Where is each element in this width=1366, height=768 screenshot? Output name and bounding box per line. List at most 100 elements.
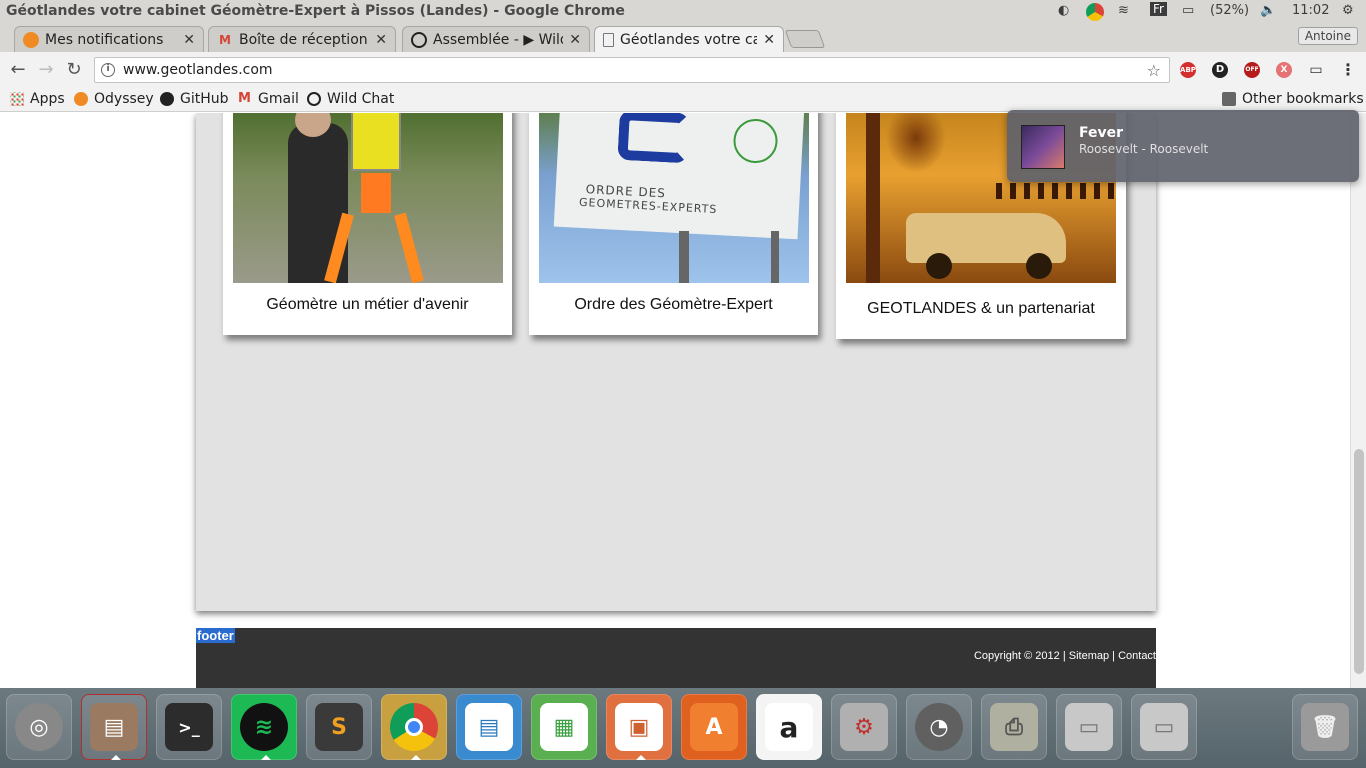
tab-title: Boîte de réception - a xyxy=(239,31,369,48)
system-top-panel: Géotlandes votre cabinet Géomètre-Expert… xyxy=(0,0,1366,24)
gmail-icon: M xyxy=(219,32,231,47)
wildchat-icon xyxy=(307,92,321,106)
address-url[interactable]: www.geotlandes.com xyxy=(123,62,273,78)
page-icon xyxy=(603,32,614,47)
close-tab-icon[interactable]: ✕ xyxy=(763,32,775,48)
ordre-des-geometres-experts-sign-photo[interactable]: ORDRE DES GEOMETRES-EXPERTS xyxy=(539,113,809,283)
wildchat-icon xyxy=(411,31,427,48)
bookmark-odyssey[interactable]: Odyssey xyxy=(74,91,154,107)
drive-1-icon[interactable]: ▭ xyxy=(1056,694,1122,760)
card-caption[interactable]: Ordre des Géomètre-Expert xyxy=(529,296,818,314)
amazon-icon[interactable]: a xyxy=(756,694,822,760)
close-tab-icon[interactable]: ✕ xyxy=(569,32,581,48)
chrome-icon[interactable] xyxy=(381,694,447,760)
notification-body: Roosevelt - Roosevelt xyxy=(1079,142,1209,156)
tab-strip: Mes notifications ✕ M Boîte de réception… xyxy=(0,24,1366,52)
bookmark-label: Apps xyxy=(30,91,65,107)
card-caption[interactable]: Géomètre un métier d'avenir xyxy=(223,296,512,314)
card-ordre-geometres[interactable]: ORDRE DES GEOMETRES-EXPERTS Ordre des Gé… xyxy=(529,113,818,335)
battery-percent[interactable]: (52%) xyxy=(1210,3,1249,18)
page-viewport: Géomètre un métier d'avenir ORDRE DES GE… xyxy=(0,113,1350,688)
other-bookmarks[interactable]: Other bookmarks xyxy=(1222,91,1364,107)
footer-label: footer xyxy=(196,628,235,643)
unity-launcher: ◎ ▤ >_ ≋ S ▤ ▦ ▣ A a ⚙ ◔ ⎙ ▭ ▭ 🗑 xyxy=(0,688,1366,768)
sync-icon[interactable]: ◐ xyxy=(1058,3,1069,18)
spotify-icon[interactable]: ≋ xyxy=(231,694,297,760)
tab-wild-chat[interactable]: Assemblée - ▶ Wild C ✕ xyxy=(402,26,590,52)
printer-icon[interactable]: ⎙ xyxy=(981,694,1047,760)
window-title: Géotlandes votre cabinet Géomètre-Expert… xyxy=(6,3,625,19)
tab-geotlandes[interactable]: Géotlandes votre cab ✕ xyxy=(594,26,784,52)
album-art xyxy=(1021,125,1065,169)
tab-title: Assemblée - ▶ Wild C xyxy=(433,31,563,48)
bookmark-github[interactable]: GitHub xyxy=(160,91,229,107)
surveyor-with-instrument-photo[interactable] xyxy=(233,113,503,283)
software-center-icon[interactable]: A xyxy=(681,694,747,760)
github-icon xyxy=(160,92,174,106)
bookmark-wild-chat[interactable]: Wild Chat xyxy=(307,91,394,107)
other-bookmarks-label: Other bookmarks xyxy=(1242,91,1364,107)
footer-links: Copyright © 2012 | Sitemap | Contact xyxy=(973,650,1156,662)
bookmarks-bar: Apps Odyssey GitHub M Gmail Wild Chat Ot… xyxy=(0,88,1366,112)
extension-off-icon[interactable]: OFF xyxy=(1244,62,1260,78)
extension-d-icon[interactable]: D xyxy=(1212,62,1228,78)
wifi-icon[interactable]: ≋ xyxy=(1118,3,1129,18)
address-bar[interactable]: i www.geotlandes.com ☆ xyxy=(94,57,1170,83)
back-arrow-icon[interactable]: ← xyxy=(8,60,28,80)
battery-icon[interactable]: ▭ xyxy=(1182,3,1194,18)
tab-mes-notifications[interactable]: Mes notifications ✕ xyxy=(14,26,204,52)
disk-usage-icon[interactable]: ◔ xyxy=(906,694,972,760)
site-info-icon[interactable]: i xyxy=(101,63,115,77)
files-icon[interactable]: ▤ xyxy=(81,694,147,760)
settings-gear-icon[interactable]: ⚙ xyxy=(1342,3,1354,18)
bookmark-label: Odyssey xyxy=(94,91,154,107)
chrome-menu-icon[interactable]: ⋮ xyxy=(1340,62,1356,78)
tab-title: Mes notifications xyxy=(45,31,164,48)
bookmark-label: Gmail xyxy=(258,91,299,107)
close-tab-icon[interactable]: ✕ xyxy=(183,32,195,48)
odyssey-icon xyxy=(74,92,88,106)
gmail-icon: M xyxy=(238,91,251,106)
page-scrollbar[interactable] xyxy=(1350,113,1366,688)
new-tab-button[interactable] xyxy=(784,30,826,48)
contact-link[interactable]: Contact xyxy=(1118,650,1156,662)
libreoffice-writer-icon[interactable]: ▤ xyxy=(456,694,522,760)
tab-gmail[interactable]: M Boîte de réception - a ✕ xyxy=(208,26,396,52)
adblock-plus-icon[interactable]: ABP xyxy=(1180,62,1196,78)
sublime-text-icon[interactable]: S xyxy=(306,694,372,760)
folder-icon xyxy=(1222,92,1236,106)
odyssey-icon xyxy=(23,31,39,48)
profile-button[interactable]: Antoine xyxy=(1297,27,1358,45)
card-caption[interactable]: GEOTLANDES & un partenariat xyxy=(836,300,1126,318)
site-footer: footer Copyright © 2012 | Sitemap | Cont… xyxy=(196,628,1156,688)
content-panel: Géomètre un métier d'avenir ORDRE DES GE… xyxy=(196,113,1156,611)
bookmark-label: Wild Chat xyxy=(327,91,395,107)
system-settings-icon[interactable]: ⚙ xyxy=(831,694,897,760)
volume-icon[interactable]: 🔈 xyxy=(1260,3,1276,18)
tab-title: Géotlandes votre cab xyxy=(620,31,758,48)
cast-icon[interactable]: ▭ xyxy=(1308,62,1324,78)
ubuntu-dash-icon[interactable]: ◎ xyxy=(6,694,72,760)
reload-icon[interactable]: ↻ xyxy=(64,60,84,80)
clock[interactable]: 11:02 xyxy=(1292,3,1329,18)
terminal-icon[interactable]: >_ xyxy=(156,694,222,760)
bookmark-star-icon[interactable]: ☆ xyxy=(1147,61,1161,80)
extension-x-icon[interactable]: X xyxy=(1276,62,1292,78)
keyboard-layout-indicator[interactable]: Fr xyxy=(1150,2,1167,16)
bookmark-apps[interactable]: Apps xyxy=(10,91,65,107)
forward-arrow-icon[interactable]: → xyxy=(36,60,56,80)
trash-icon[interactable]: 🗑 xyxy=(1292,694,1358,760)
chrome-tray-icon[interactable] xyxy=(1086,3,1104,21)
notification-title: Fever xyxy=(1079,125,1124,141)
drive-2-icon[interactable]: ▭ xyxy=(1131,694,1197,760)
sign-line-2: GEOMETRES-EXPERTS xyxy=(578,195,718,217)
card-geometre-metier[interactable]: Géomètre un métier d'avenir xyxy=(223,113,512,335)
close-tab-icon[interactable]: ✕ xyxy=(375,32,387,48)
libreoffice-calc-icon[interactable]: ▦ xyxy=(531,694,597,760)
libreoffice-impress-icon[interactable]: ▣ xyxy=(606,694,672,760)
bookmark-gmail[interactable]: M Gmail xyxy=(238,91,299,107)
music-notification: Fever Roosevelt - Roosevelt xyxy=(1007,110,1359,182)
apps-grid-icon xyxy=(10,92,24,106)
scrollbar-thumb[interactable] xyxy=(1354,449,1364,674)
sitemap-link[interactable]: Sitemap xyxy=(1069,650,1109,662)
